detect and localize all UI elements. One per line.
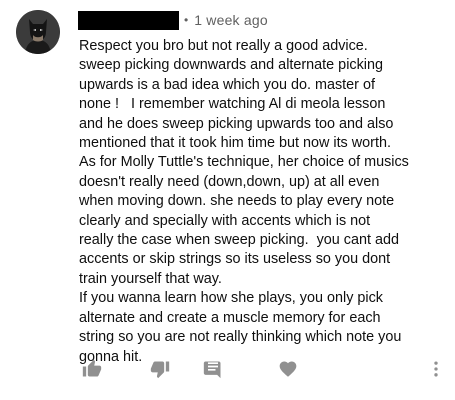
thumb-up-icon [82,359,102,377]
comment-action-bar [79,356,449,384]
comment-line: mentioned that it took him time but now … [79,135,391,152]
comment-header: • 1 week ago [78,9,268,31]
comment-line: train yourself that way. [79,270,222,287]
comment-line: and he does sweep picking upwards too an… [79,115,394,132]
comment-line: Respect you bro but not really a good ad… [79,38,368,54]
heart-icon [279,361,297,377]
comment-line: If you wanna learn how she plays, you on… [79,290,383,307]
comment-line: alternate and create a muscle memory for… [79,309,381,326]
author-name-redacted[interactable] [78,10,179,30]
comment-line: doesn't really need (down,down, up) at a… [79,173,380,190]
comment-line: none ! I remember watching Al di meola l… [79,96,386,113]
comment-line: string so you are not really thinking wh… [79,329,402,346]
thumb-down-icon [150,361,170,379]
meta-separator: • [184,13,189,27]
batman-avatar-icon [16,10,60,54]
comment-line: when moving down. she needs to play ever… [79,193,395,210]
more-vertical-icon [434,361,438,377]
reply-button[interactable] [200,356,226,382]
like-button[interactable] [79,356,105,382]
comment-line: As for Molly Tuttle's technique, her cho… [79,154,409,171]
comment-line: clearly and specially with accents which… [79,212,371,229]
comment-timestamp[interactable]: 1 week ago [194,12,268,28]
comment-line: really the case when sweep picking. you … [79,232,399,249]
dislike-button[interactable] [147,356,173,382]
comment-line: sweep picking downwards and alternate pi… [79,57,383,74]
comment-thread-item: • 1 week ago Respect you bro but not rea… [0,0,455,400]
comment-line: upwards is a bad idea which you do. mast… [79,76,375,93]
more-options-button[interactable] [423,356,449,382]
heart-button[interactable] [275,356,301,382]
avatar[interactable] [16,10,60,54]
comment-body: Respect you bro but not really a good ad… [79,37,449,367]
comment-line: accents or skip strings so its useless s… [79,251,391,268]
comment-icon [203,361,221,379]
